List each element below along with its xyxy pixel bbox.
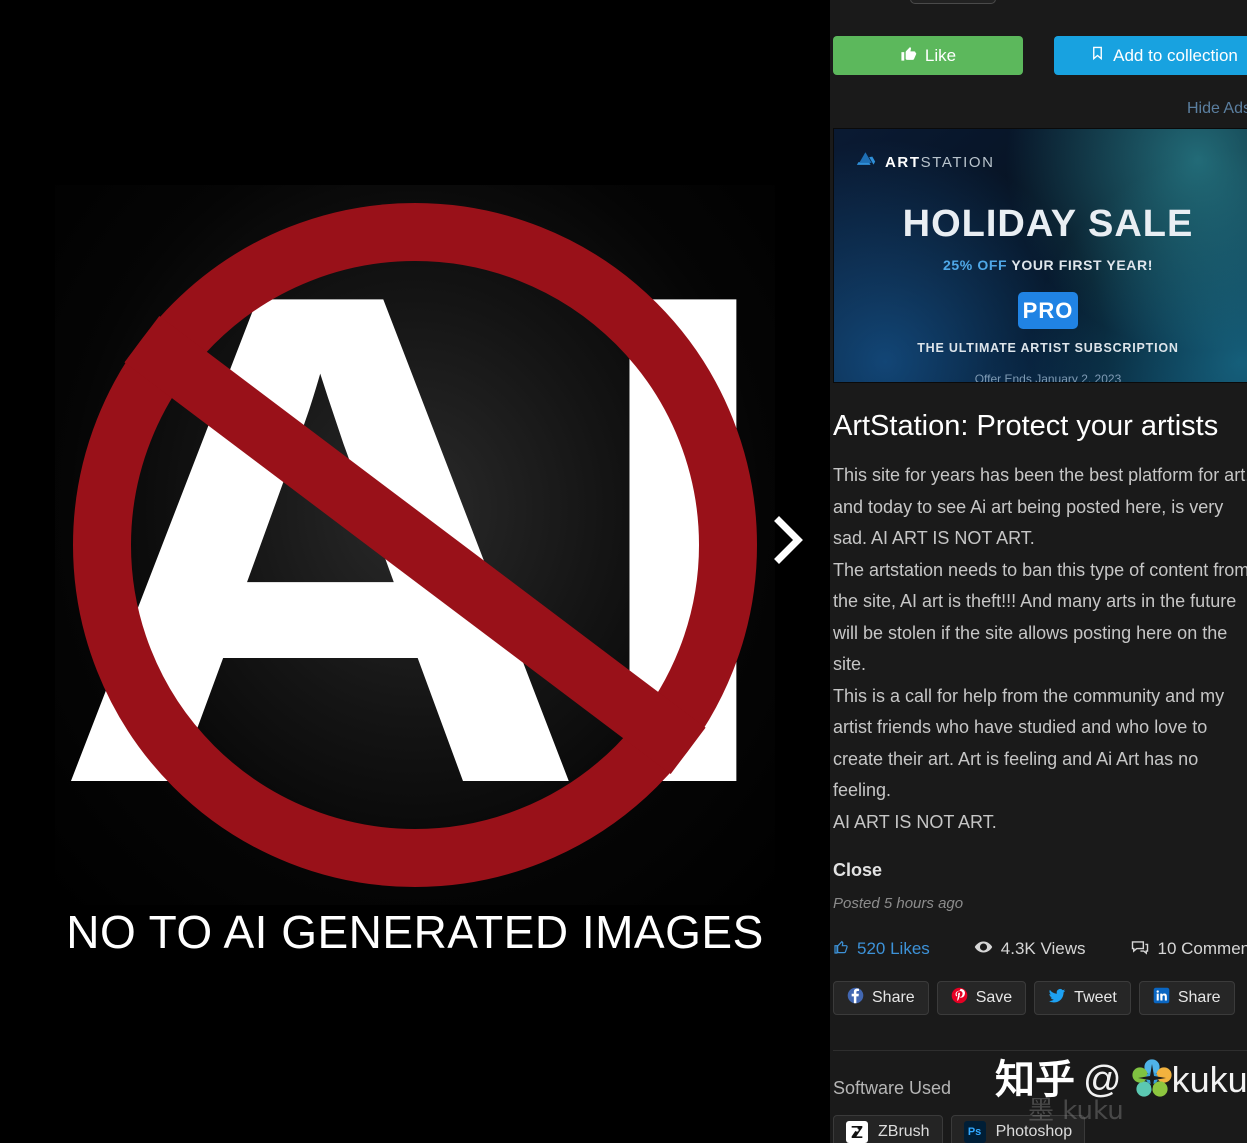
project-description: This site for years has been the best pl… — [833, 460, 1247, 838]
likes-stat[interactable]: 520 Likes — [833, 939, 930, 960]
artstation-pro-ad-banner[interactable]: ARTSTATION HOLIDAY SALE 25% OFF YOUR FIR… — [833, 128, 1247, 383]
zbrush-icon — [846, 1121, 868, 1143]
ad-pro-badge: PRO — [1018, 292, 1078, 329]
facebook-share-label: Share — [872, 989, 915, 1006]
project-title: ArtStation: Protect your artists — [833, 410, 1219, 442]
facebook-share-button[interactable]: Share — [833, 981, 929, 1015]
action-button-row: Like Add to collection — [830, 36, 1247, 76]
twitter-tweet-label: Tweet — [1074, 989, 1117, 1006]
project-stats: 520 Likes 4.3K Views 10 Commen — [833, 936, 1247, 962]
cutoff-button-row — [830, 0, 1247, 6]
next-image-arrow[interactable] — [760, 505, 816, 575]
artwork-image: AI NO TO AI GENERATED IMAGES — [0, 0, 830, 1143]
add-to-collection-button[interactable]: Add to collection — [1054, 36, 1247, 75]
ad-headline: HOLIDAY SALE — [902, 203, 1194, 245]
section-divider — [833, 1050, 1247, 1051]
description-paragraph: This is a call for help from the communi… — [833, 685, 1225, 801]
thumbs-up-icon — [900, 45, 917, 67]
ad-brand-logo: ARTSTATION — [856, 151, 995, 173]
add-to-collection-label: Add to collection — [1113, 45, 1238, 65]
comments-stat[interactable]: 10 Comments — [1130, 938, 1247, 960]
software-photoshop-button[interactable]: Ps Photoshop — [950, 1115, 1086, 1143]
ad-sub-rest: YOUR FIRST YEAR! — [1011, 257, 1153, 273]
ad-discount: 25% OFF — [943, 257, 1008, 273]
pinterest-save-label: Save — [975, 989, 1013, 1006]
eye-icon — [974, 939, 993, 960]
posted-timestamp: Posted 5 hours ago — [833, 895, 964, 912]
facebook-icon — [847, 987, 864, 1009]
twitter-tweet-button[interactable]: Tweet — [1034, 981, 1131, 1015]
project-sidebar: Like Add to collection Hide Ads ARTSTATI… — [830, 0, 1247, 1143]
hide-ads-link[interactable]: Hide Ads — [1187, 100, 1247, 118]
ad-brand-bold: ART — [885, 153, 921, 171]
page-root: AI NO TO AI GENERATED IMAGES — [0, 0, 1247, 1143]
ad-subheadline: 25% OFF YOUR FIRST YEAR! — [834, 257, 1247, 273]
ad-brand-light: STATION — [920, 153, 995, 171]
description-paragraph: AI ART IS NOT ART. — [833, 811, 997, 832]
comments-stat-label: 10 Comments — [1157, 939, 1247, 958]
bookmark-icon — [1090, 44, 1105, 67]
pinterest-icon — [951, 987, 968, 1009]
software-zbrush-button[interactable]: ZBrush — [833, 1115, 943, 1143]
pinterest-save-button[interactable]: Save — [936, 981, 1027, 1015]
linkedin-share-button[interactable]: Share — [1138, 981, 1235, 1015]
like-button[interactable]: Like — [833, 36, 1023, 75]
photoshop-icon: Ps — [963, 1121, 986, 1143]
comment-icon — [1130, 938, 1150, 960]
views-stat: 4.3K Views — [974, 939, 1086, 960]
software-used-row: ZBrush Ps Photoshop — [833, 1115, 1086, 1143]
artwork-caption: NO TO AI GENERATED IMAGES — [66, 906, 764, 958]
software-used-label: Software Used — [833, 1078, 952, 1098]
ai-prohibition-graphic: AI — [52, 185, 786, 905]
close-description-link[interactable]: Close — [833, 860, 882, 881]
ad-offer-ends: Offer Ends January 2, 2023 — [974, 372, 1122, 383]
likes-stat-label: 520 Likes — [857, 939, 930, 958]
linkedin-icon — [1153, 987, 1170, 1009]
ad-brand-text: ARTSTATION — [885, 154, 995, 171]
description-paragraph: The artstation needs to ban this type of… — [833, 559, 1247, 675]
artwork-viewer: AI NO TO AI GENERATED IMAGES — [0, 0, 830, 1143]
artstation-logo-icon — [856, 151, 876, 173]
ad-tagline: THE ULTIMATE ARTIST SUBSCRIPTION — [917, 341, 1179, 355]
thumbs-up-icon — [833, 939, 849, 960]
linkedin-share-label: Share — [1177, 989, 1221, 1006]
like-button-label: Like — [924, 45, 957, 65]
software-zbrush-label: ZBrush — [878, 1123, 930, 1140]
chevron-right-icon — [773, 516, 803, 564]
description-paragraph: This site for years has been the best pl… — [833, 465, 1247, 548]
views-stat-label: 4.3K Views — [1000, 939, 1086, 958]
follow-button-cutoff[interactable] — [910, 0, 996, 4]
twitter-icon — [1048, 988, 1066, 1009]
software-photoshop-label: Photoshop — [995, 1123, 1073, 1140]
social-share-row: Share Save Tweet Share — [833, 981, 1235, 1015]
